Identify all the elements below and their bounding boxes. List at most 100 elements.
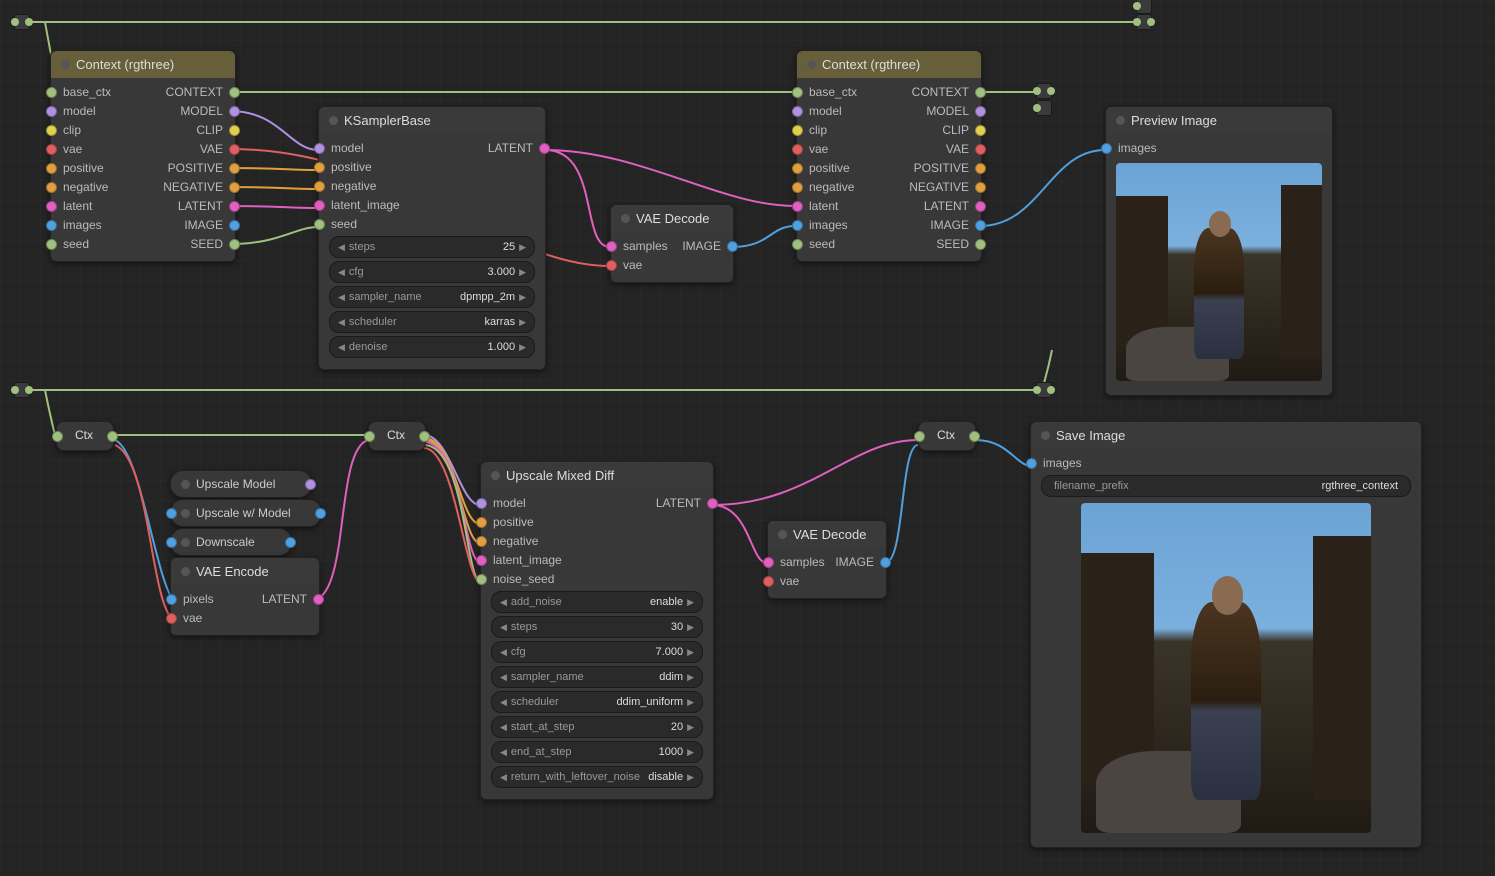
port-label: latent: [63, 199, 143, 213]
node-title[interactable]: Context (rgthree): [797, 51, 981, 78]
node-title[interactable]: Upscale Mixed Diff: [481, 462, 713, 489]
widget-label: sampler_name: [507, 671, 655, 683]
collapse-dot[interactable]: [329, 116, 338, 125]
port-label: LATENT: [245, 592, 307, 606]
upscale-model-node[interactable]: Upscale Model: [170, 470, 312, 498]
port-label: latent: [809, 199, 889, 213]
chevron-left-icon[interactable]: ◀: [338, 292, 345, 303]
chevron-right-icon[interactable]: ▶: [687, 597, 694, 608]
chevron-left-icon[interactable]: ◀: [500, 697, 507, 708]
chevron-right-icon[interactable]: ▶: [519, 342, 526, 353]
widget-denoise[interactable]: ◀denoise1.000▶: [329, 336, 535, 358]
reroute-node[interactable]: [1136, 14, 1152, 30]
collapse-dot[interactable]: [181, 538, 190, 547]
widget-value: 1000: [655, 746, 687, 758]
chevron-left-icon[interactable]: ◀: [500, 622, 507, 633]
node-title[interactable]: KSamplerBase: [319, 107, 545, 134]
chevron-left-icon[interactable]: ◀: [500, 597, 507, 608]
node-title[interactable]: Preview Image: [1106, 107, 1332, 134]
chevron-left-icon[interactable]: ◀: [338, 267, 345, 278]
port-label: LATENT: [889, 199, 969, 213]
downscale-node[interactable]: Downscale: [170, 528, 292, 556]
collapse-dot[interactable]: [491, 471, 500, 480]
widget-return_with_leftover_noise[interactable]: ◀return_with_leftover_noisedisable▶: [491, 766, 703, 788]
collapse-dot[interactable]: [778, 530, 787, 539]
node-title[interactable]: VAE Decode: [768, 521, 886, 548]
reroute-node[interactable]: [1036, 382, 1052, 398]
chevron-left-icon[interactable]: ◀: [500, 672, 507, 683]
node-title[interactable]: Context (rgthree): [51, 51, 235, 78]
chevron-right-icon[interactable]: ▶: [519, 267, 526, 278]
node-title[interactable]: Save Image: [1031, 422, 1421, 449]
widget-label: end_at_step: [507, 746, 655, 758]
widget-scheduler[interactable]: ◀schedulerkarras▶: [329, 311, 535, 333]
reroute-node[interactable]: [1036, 83, 1052, 99]
chevron-left-icon[interactable]: ◀: [500, 772, 507, 783]
chevron-right-icon[interactable]: ▶: [687, 722, 694, 733]
collapse-dot[interactable]: [181, 480, 190, 489]
widget-filename-prefix[interactable]: filename_prefixrgthree_context: [1041, 475, 1411, 497]
chevron-right-icon[interactable]: ▶: [519, 292, 526, 303]
chevron-right-icon[interactable]: ▶: [687, 772, 694, 783]
ctx-collapsed-node[interactable]: Ctx: [368, 421, 426, 451]
chevron-right-icon[interactable]: ▶: [519, 242, 526, 253]
port-label: model: [331, 141, 432, 155]
preview-image-node[interactable]: Preview Image images: [1105, 106, 1333, 396]
widget-start_at_step[interactable]: ◀start_at_step20▶: [491, 716, 703, 738]
widget-cfg[interactable]: ◀cfg7.000▶: [491, 641, 703, 663]
chevron-right-icon[interactable]: ▶: [519, 317, 526, 328]
port-label: vae: [809, 142, 889, 156]
reroute-node[interactable]: [14, 14, 30, 30]
context-node-1[interactable]: Context (rgthree) base_ctxCONTEXT modelM…: [50, 50, 236, 262]
upscale-mixed-diff-node[interactable]: Upscale Mixed Diff modelLATENT positive …: [480, 461, 714, 800]
widget-steps[interactable]: ◀steps25▶: [329, 236, 535, 258]
port-label: NEGATIVE: [143, 180, 223, 194]
chevron-right-icon[interactable]: ▶: [687, 622, 694, 633]
widget-sampler_name[interactable]: ◀sampler_nameddim▶: [491, 666, 703, 688]
ctx-collapsed-node[interactable]: Ctx: [918, 421, 976, 451]
context-node-2[interactable]: Context (rgthree) base_ctxCONTEXT modelM…: [796, 50, 982, 262]
collapse-dot[interactable]: [1116, 116, 1125, 125]
widget-cfg[interactable]: ◀cfg3.000▶: [329, 261, 535, 283]
title-text: Save Image: [1056, 428, 1125, 443]
chevron-left-icon[interactable]: ◀: [500, 647, 507, 658]
node-canvas[interactable]: Context (rgthree) base_ctxCONTEXT modelM…: [0, 0, 1495, 876]
upscale-w-model-node[interactable]: Upscale w/ Model: [170, 499, 322, 527]
chevron-right-icon[interactable]: ▶: [687, 672, 694, 683]
reroute-node[interactable]: [1136, 0, 1152, 14]
collapse-dot[interactable]: [181, 509, 190, 518]
node-title[interactable]: VAE Encode: [171, 558, 319, 585]
vae-decode-node-1[interactable]: VAE Decode samplesIMAGE vae: [610, 204, 734, 283]
collapse-dot[interactable]: [621, 214, 630, 223]
widget-end_at_step[interactable]: ◀end_at_step1000▶: [491, 741, 703, 763]
widget-add_noise[interactable]: ◀add_noiseenable▶: [491, 591, 703, 613]
ksampler-node[interactable]: KSamplerBase modelLATENT positive negati…: [318, 106, 546, 370]
chevron-right-icon[interactable]: ▶: [687, 647, 694, 658]
collapse-dot[interactable]: [1041, 431, 1050, 440]
widget-value: 30: [667, 621, 687, 633]
ctx-collapsed-node[interactable]: Ctx: [56, 421, 114, 451]
reroute-node[interactable]: [1036, 100, 1052, 116]
port-label: CLIP: [143, 123, 223, 137]
port-label: negative: [809, 180, 889, 194]
chevron-left-icon[interactable]: ◀: [500, 747, 507, 758]
widget-sampler_name[interactable]: ◀sampler_namedpmpp_2m▶: [329, 286, 535, 308]
collapse-dot[interactable]: [807, 60, 816, 69]
chevron-left-icon[interactable]: ◀: [500, 722, 507, 733]
node-title[interactable]: VAE Decode: [611, 205, 733, 232]
chevron-right-icon[interactable]: ▶: [687, 747, 694, 758]
widget-steps[interactable]: ◀steps30▶: [491, 616, 703, 638]
chevron-left-icon[interactable]: ◀: [338, 242, 345, 253]
widget-scheduler[interactable]: ◀schedulerddim_uniform▶: [491, 691, 703, 713]
collapse-dot[interactable]: [61, 60, 70, 69]
port-label: images: [1043, 456, 1409, 470]
chevron-left-icon[interactable]: ◀: [338, 342, 345, 353]
reroute-node[interactable]: [14, 382, 30, 398]
vae-encode-node[interactable]: VAE Encode pixelsLATENT vae: [170, 557, 320, 636]
chevron-left-icon[interactable]: ◀: [338, 317, 345, 328]
chevron-right-icon[interactable]: ▶: [687, 697, 694, 708]
collapse-dot[interactable]: [181, 567, 190, 576]
port-label: POSITIVE: [143, 161, 223, 175]
save-image-node[interactable]: Save Image images filename_prefixrgthree…: [1030, 421, 1422, 848]
vae-decode-node-2[interactable]: VAE Decode samplesIMAGE vae: [767, 520, 887, 599]
